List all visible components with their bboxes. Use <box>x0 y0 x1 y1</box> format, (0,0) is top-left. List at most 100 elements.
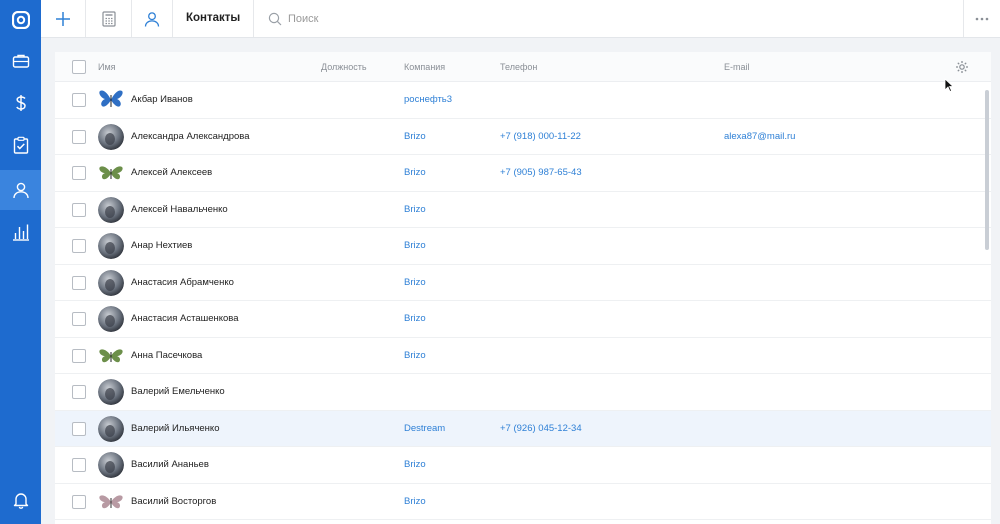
page-title: Контакты <box>186 12 241 24</box>
sidebar-item-contacts[interactable] <box>0 170 41 210</box>
row-checkbox[interactable] <box>72 458 86 472</box>
row-checkbox[interactable] <box>72 129 86 144</box>
company-link[interactable]: Brizo <box>404 338 426 374</box>
avatar <box>98 415 124 442</box>
app-logo[interactable] <box>0 0 41 40</box>
table-row[interactable]: Алексей Алексеев Brizo +7 (905) 987-65-43 <box>55 155 991 192</box>
row-checkbox[interactable] <box>72 385 86 399</box>
row-checkbox[interactable] <box>72 348 86 363</box>
more-button[interactable] <box>964 0 1000 37</box>
row-checkbox[interactable] <box>72 202 86 217</box>
clipboard-check-icon <box>13 136 28 154</box>
row-checkbox[interactable] <box>72 494 86 509</box>
column-header-name[interactable]: Имя <box>98 52 116 82</box>
search-icon <box>268 12 282 25</box>
table-row[interactable]: Алексей Навальченко Brizo <box>55 192 991 228</box>
row-checkbox[interactable] <box>72 166 86 180</box>
bar-chart-icon <box>12 224 29 241</box>
table-row[interactable]: Валерий Ильяченко Destream +7 (926) 045-12… <box>55 410 991 447</box>
phone-link[interactable]: +7 (905) 987-65-43 <box>500 155 582 191</box>
dollar-icon <box>15 95 26 111</box>
sidebar-item-reports[interactable] <box>0 212 41 252</box>
logo-icon <box>11 11 30 29</box>
contact-name[interactable]: Анна Пасечкова <box>131 338 202 374</box>
avatar <box>98 489 124 515</box>
table-row[interactable]: Анар Нехтиев Brizo <box>55 228 991 265</box>
company-link[interactable]: Brizo <box>404 119 426 155</box>
contact-name[interactable]: Валерий Емельченко <box>131 374 225 410</box>
sidebar-item-finance[interactable] <box>0 83 41 123</box>
avatar <box>98 123 124 150</box>
calculator-icon <box>101 10 116 27</box>
more-dots-icon <box>975 17 989 20</box>
company-link[interactable]: Brizo <box>404 192 426 228</box>
row-checkbox[interactable] <box>72 93 86 107</box>
divider <box>172 0 173 37</box>
table-row[interactable]: Акбар Иванов роснефть3 <box>55 82 991 119</box>
avatar <box>98 196 124 223</box>
contacts-table: Имя Должность Компания Телефон E-mail Ак… <box>55 52 991 524</box>
row-checkbox[interactable] <box>72 421 86 436</box>
contact-name[interactable]: Акбар Иванов <box>131 82 193 118</box>
email-link[interactable]: alexa87@mail.ru <box>724 119 795 155</box>
row-checkbox[interactable] <box>72 275 86 290</box>
phone-link[interactable]: +7 (926) 045-12-34 <box>500 411 582 447</box>
sidebar-item-notifications[interactable] <box>0 480 41 520</box>
divider <box>253 0 254 37</box>
contacts-view-button[interactable] <box>132 0 172 37</box>
row-checkbox[interactable] <box>72 239 86 253</box>
sidebar <box>0 0 41 524</box>
column-header-position[interactable]: Должность <box>321 52 367 82</box>
company-link[interactable]: Brizo <box>404 447 426 483</box>
person-icon <box>144 11 160 27</box>
contact-name[interactable]: Василий Восторгов <box>131 484 216 520</box>
avatar <box>98 452 124 478</box>
avatar <box>98 160 124 186</box>
bell-icon <box>13 493 28 509</box>
briefcase-icon <box>12 54 29 68</box>
avatar <box>98 379 124 405</box>
table-row[interactable]: Анна Пасечкова Brizo <box>55 338 991 374</box>
company-link[interactable]: Brizo <box>404 301 426 337</box>
search-input[interactable] <box>288 12 588 25</box>
avatar <box>98 87 124 113</box>
contact-name[interactable]: Анастасия Асташенкова <box>131 301 239 337</box>
company-link[interactable]: Brizo <box>404 484 426 520</box>
table-row[interactable]: Василий Восторгов Brizo <box>55 484 991 520</box>
view-table-button[interactable] <box>86 0 131 37</box>
plus-icon <box>56 11 70 26</box>
table-row[interactable]: Анастасия Асташенкова Brizo <box>55 301 991 338</box>
contact-name[interactable]: Александра Александрова <box>131 119 250 155</box>
search-box <box>268 0 588 37</box>
contacts-icon <box>12 182 29 199</box>
contact-name[interactable]: Алексей Навальченко <box>131 192 228 228</box>
column-header-company[interactable]: Компания <box>404 52 445 82</box>
select-all-checkbox[interactable] <box>72 60 86 74</box>
contact-name[interactable]: Алексей Алексеев <box>131 155 212 191</box>
table-row[interactable]: Валерий Емельченко <box>55 374 991 411</box>
table-row[interactable]: Александра Александрова Brizo +7 (918) 000… <box>55 119 991 155</box>
company-link[interactable]: роснефть3 <box>404 82 452 118</box>
column-header-phone[interactable]: Телефон <box>500 52 537 82</box>
table-row[interactable]: Анастасия Абрамченко Brizo <box>55 265 991 301</box>
mouse-cursor-icon <box>944 78 954 92</box>
table-row[interactable]: Василий Ананьев Brizo <box>55 447 991 484</box>
column-header-email[interactable]: E-mail <box>724 52 750 82</box>
gear-icon[interactable] <box>955 60 969 74</box>
contact-name[interactable]: Валерий Ильяченко <box>131 411 219 447</box>
avatar <box>98 343 124 369</box>
scrollbar-thumb[interactable] <box>985 90 989 250</box>
phone-link[interactable]: +7 (918) 000-11-22 <box>500 119 581 155</box>
add-button[interactable] <box>41 0 85 37</box>
company-link[interactable]: Destream <box>404 411 445 447</box>
avatar <box>98 233 124 259</box>
company-link[interactable]: Brizo <box>404 265 426 301</box>
contact-name[interactable]: Анастасия Абрамченко <box>131 265 234 301</box>
company-link[interactable]: Brizo <box>404 155 426 191</box>
company-link[interactable]: Brizo <box>404 228 426 264</box>
sidebar-item-deals[interactable] <box>0 41 41 81</box>
sidebar-item-tasks[interactable] <box>0 125 41 165</box>
contact-name[interactable]: Василий Ананьев <box>131 447 209 483</box>
contact-name[interactable]: Анар Нехтиев <box>131 228 192 264</box>
row-checkbox[interactable] <box>72 312 86 326</box>
